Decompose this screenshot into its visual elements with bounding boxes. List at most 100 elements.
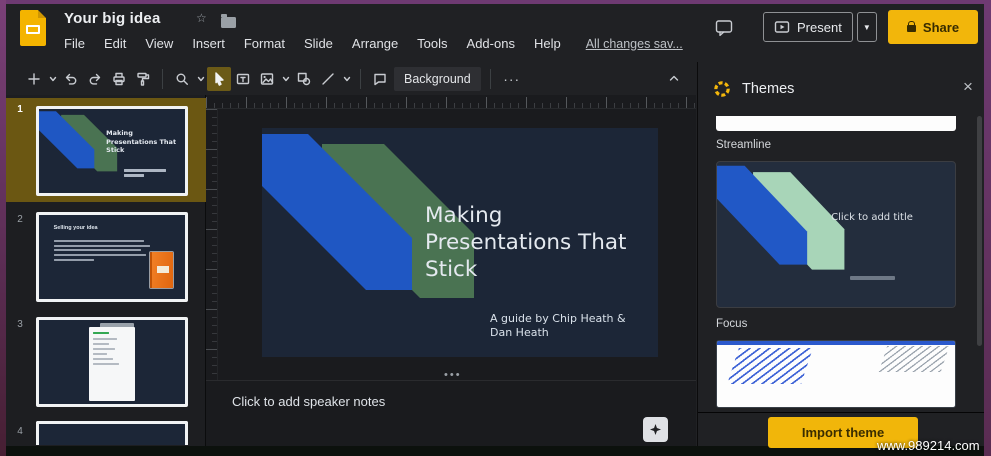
line-tool-button[interactable] (316, 67, 340, 91)
slide-number-1: 1 (17, 104, 23, 115)
paint-format-icon (137, 72, 150, 86)
panel-footer-divider (698, 412, 984, 413)
speaker-notes-input[interactable]: Click to add speaker notes (232, 394, 385, 409)
slide-number-2: 2 (17, 214, 23, 225)
thumbnail-title: Selling your idea (53, 225, 98, 232)
themes-panel-title: Themes (742, 81, 795, 97)
present-dropdown[interactable]: ▼ (856, 12, 877, 42)
folder-icon[interactable] (221, 14, 236, 28)
zoom-icon (176, 73, 188, 85)
present-icon (774, 21, 790, 33)
menu-view[interactable]: View (145, 36, 173, 51)
book-cover-image (150, 251, 174, 288)
watermark-text: www.989214.com (877, 438, 980, 453)
share-button[interactable]: Share (888, 10, 978, 44)
checklist-paper (88, 326, 135, 401)
vertical-ruler (206, 109, 218, 380)
comments-button[interactable] (712, 16, 736, 40)
redo-button[interactable] (83, 67, 107, 91)
background-button[interactable]: Background (394, 66, 481, 91)
google-slides-window: Your big idea ☆ File Edit View Insert Fo… (0, 0, 991, 456)
document-title[interactable]: Your big idea (64, 10, 161, 27)
toolbar-more-button[interactable]: ··· (498, 71, 526, 87)
toolbar-divider (360, 68, 361, 89)
save-status[interactable]: All changes sav... (586, 37, 683, 51)
menu-edit[interactable]: Edit (104, 36, 126, 51)
print-icon (113, 72, 125, 85)
slide-title-textbox[interactable]: Making Presentations That Stick (425, 202, 626, 283)
new-slide-dropdown[interactable] (46, 67, 59, 91)
theme-label-streamline: Streamline (716, 139, 771, 151)
current-slide[interactable]: Making Presentations That Stick A guide … (262, 128, 658, 357)
previous-theme-thumbnail-edge[interactable] (716, 116, 956, 131)
theme-preview-title: Click to add title (831, 212, 913, 223)
slide-number-4: 4 (17, 426, 23, 437)
explore-button[interactable] (643, 417, 668, 442)
slide-thumbnail-2[interactable]: Selling your idea (36, 212, 188, 302)
new-slide-button[interactable] (22, 67, 46, 91)
chevron-down-icon (343, 76, 350, 81)
select-tool-button[interactable] (207, 66, 231, 91)
toolbar-divider (162, 68, 163, 89)
image-icon (260, 72, 274, 85)
menu-insert[interactable]: Insert (192, 36, 225, 51)
textbox-icon (236, 73, 250, 84)
zoom-button[interactable] (170, 67, 194, 91)
shape-button[interactable] (292, 67, 316, 91)
focus-theme-hatch-right (878, 346, 950, 372)
menu-tools[interactable]: Tools (417, 36, 447, 51)
undo-icon (65, 73, 77, 85)
menu-file[interactable]: File (64, 36, 85, 51)
thumbnail-title: Making Presentations That Stick (106, 129, 177, 155)
line-dropdown[interactable] (340, 67, 353, 91)
theme-thumbnail-streamline[interactable]: Click to add title (716, 161, 956, 308)
share-label: Share (922, 19, 960, 35)
menu-format[interactable]: Format (244, 36, 285, 51)
hide-menus-button[interactable] (662, 66, 686, 90)
menu-arrange[interactable]: Arrange (352, 36, 398, 51)
menu-bar: File Edit View Insert Format Slide Arran… (64, 36, 683, 51)
present-button[interactable]: Present (763, 12, 853, 42)
chevron-down-icon (197, 76, 204, 81)
ribbon-graphic (717, 165, 845, 270)
themes-palette-icon (714, 81, 730, 97)
theme-label-focus: Focus (716, 318, 748, 330)
theme-thumbnail-focus[interactable] (716, 340, 956, 408)
focus-theme-hatch-left (727, 348, 813, 384)
menu-help[interactable]: Help (534, 36, 561, 51)
menu-slide[interactable]: Slide (304, 36, 333, 51)
undo-button[interactable] (59, 67, 83, 91)
zoom-dropdown[interactable] (194, 67, 207, 91)
slide-thumbnail-4[interactable] (36, 421, 188, 445)
present-label: Present (797, 19, 842, 35)
present-button-group: Present ▼ (763, 12, 877, 42)
new-slide-plus-icon (28, 72, 40, 85)
menu-addons[interactable]: Add-ons (467, 36, 515, 51)
star-icon[interactable]: ☆ (196, 11, 207, 25)
slide-thumbnail-3[interactable] (36, 317, 188, 407)
close-icon[interactable]: × (958, 77, 978, 97)
slide-number-3: 3 (17, 319, 23, 330)
redo-icon (89, 73, 101, 85)
slides-app-icon[interactable] (20, 10, 46, 46)
comments-icon (715, 20, 733, 37)
line-icon (322, 72, 334, 85)
image-dropdown[interactable] (279, 67, 292, 91)
slides-app-icon-inner (26, 25, 40, 34)
chevron-down-icon (49, 76, 56, 81)
paint-format-button[interactable] (131, 67, 155, 91)
theme-preview-subtitle (850, 276, 895, 280)
slide-subtitle-textbox[interactable]: A guide by Chip Heath & Dan Heath (490, 312, 626, 340)
insert-comment-button[interactable] (368, 67, 392, 91)
slide-thumbnail-1[interactable]: Making Presentations That Stick (36, 106, 188, 196)
insert-image-button[interactable] (255, 67, 279, 91)
toolbar-divider (489, 68, 491, 89)
textbox-button[interactable] (231, 67, 255, 91)
lock-icon (906, 21, 916, 32)
explore-icon (649, 423, 662, 436)
thumbnail-subtitle-lines (123, 169, 166, 179)
select-cursor-icon (215, 71, 224, 86)
panel-scrollbar[interactable] (977, 116, 982, 346)
print-button[interactable] (107, 67, 131, 91)
collapse-chevron-icon (669, 75, 679, 81)
